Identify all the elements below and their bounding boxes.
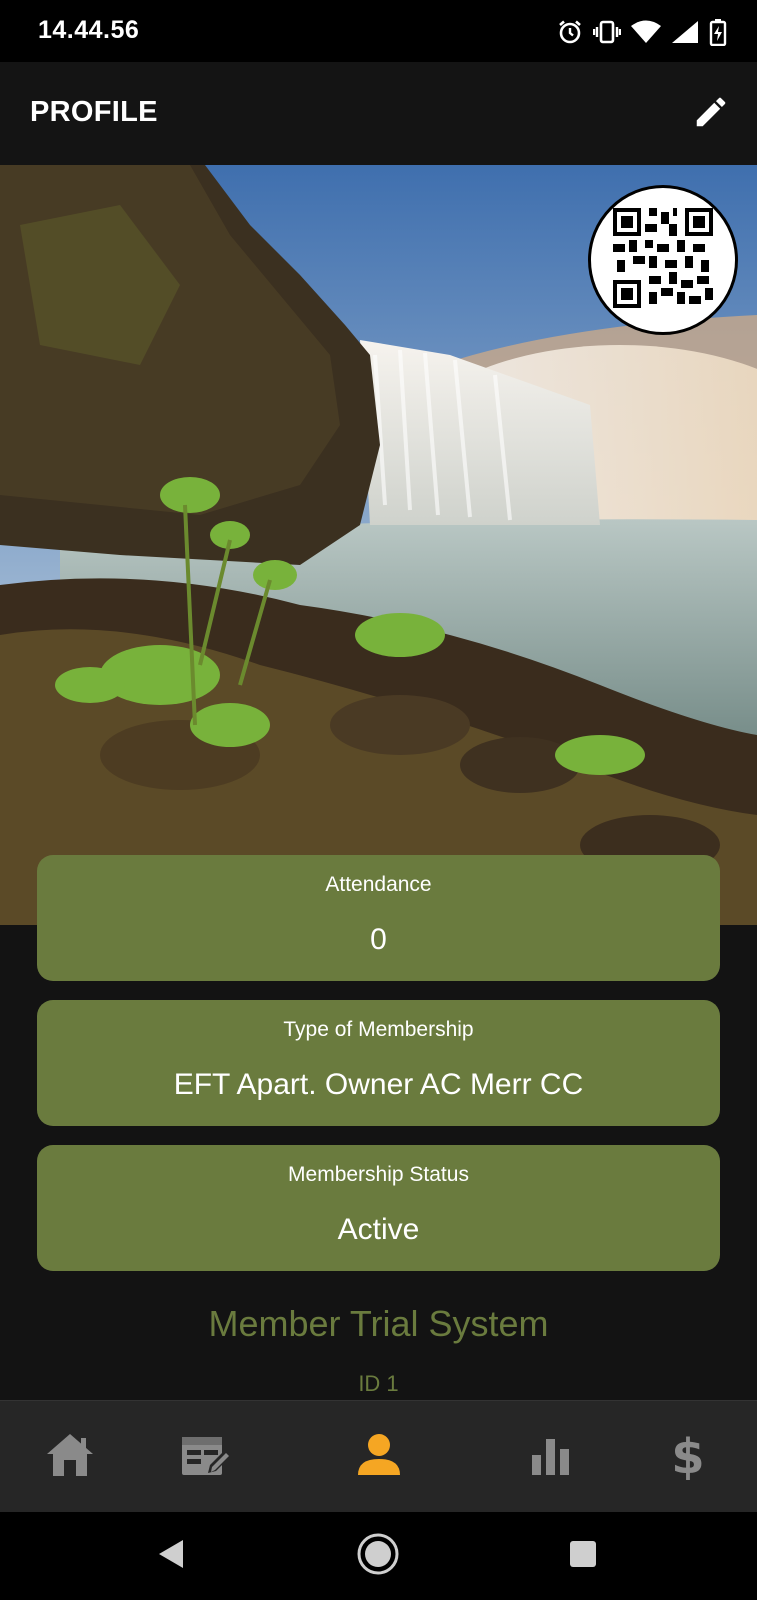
membership-status-value: Active [337,1213,420,1246]
membership-type-card: Type of Membership EFT Apart. Owner AC M… [37,1000,720,1126]
recents-icon [569,1540,597,1573]
wifi-icon [631,20,661,44]
membership-status-card: Membership Status Active [37,1145,720,1271]
battery-charging-icon [709,18,727,46]
nav-payments[interactable]: $ [628,1401,748,1513]
status-icons [557,16,727,48]
page-title: PROFILE [30,96,158,128]
membership-type-label: Type of Membership [283,1018,474,1041]
alarm-icon [557,19,583,45]
attendance-card: Attendance 0 [37,855,720,981]
home-icon [45,1432,95,1483]
back-icon [157,1538,187,1575]
home-circle-icon [356,1532,400,1581]
profile-icon [356,1433,402,1482]
edit-profile-button[interactable] [687,90,735,138]
vibrate-icon [593,19,621,45]
bottom-nav: $ [0,1400,757,1512]
stats-icon [532,1435,570,1480]
status-time: 14.44.56 [38,16,140,44]
qr-code-icon [613,207,713,313]
svg-text:$: $ [671,1430,704,1480]
schedule-edit-icon [180,1433,232,1482]
system-back-button[interactable] [142,1526,202,1586]
nav-stats[interactable] [491,1401,611,1513]
system-home-button[interactable] [348,1526,408,1586]
system-recents-button[interactable] [553,1526,613,1586]
attendance-label: Attendance [325,873,432,896]
membership-status-label: Membership Status [288,1163,469,1186]
nav-profile[interactable] [319,1401,439,1513]
status-bar: 14.44.56 [0,0,757,62]
app-bar: PROFILE [0,62,757,165]
dollar-icon: $ [671,1429,705,1485]
nav-home[interactable] [10,1401,130,1513]
member-id: ID 1 [358,1371,399,1396]
nav-schedule[interactable] [146,1401,266,1513]
membership-type-value: EFT Apart. Owner AC Merr CC [173,1068,584,1101]
pencil-icon [692,93,730,136]
system-nav-bar [0,1512,757,1600]
member-name: Member Trial System [208,1303,549,1344]
qr-code-button[interactable] [588,185,738,335]
cell-signal-icon [671,20,699,44]
attendance-value: 0 [370,923,387,956]
